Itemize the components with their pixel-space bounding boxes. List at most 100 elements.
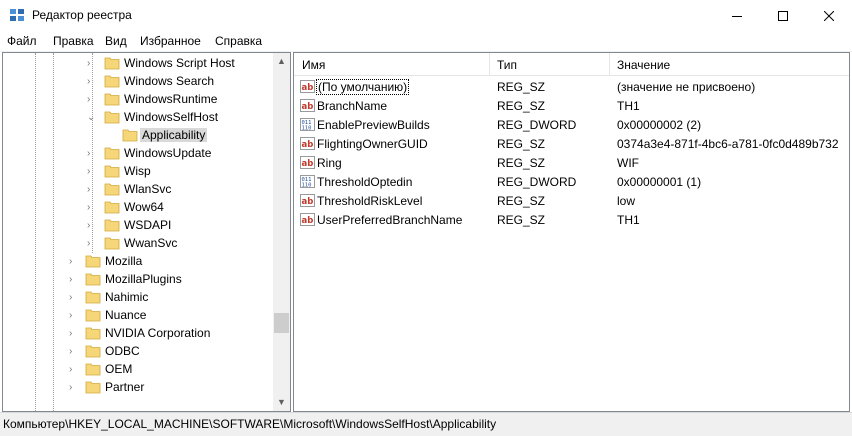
value-data: low — [617, 194, 636, 208]
list-item[interactable]: ab UserPreferredBranchName REG_SZ TH1 — [294, 210, 849, 229]
folder-icon — [85, 291, 101, 304]
list-item[interactable]: 011 110 ThresholdOptedin REG_DWORD 0x0000000… — [294, 172, 849, 191]
values-list[interactable]: Имя Тип Значение ab (По умолчанию) REG_SZ(… — [293, 52, 850, 412]
expand-arrow-icon[interactable]: › — [87, 184, 95, 195]
tree-item[interactable]: Applicability — [3, 126, 273, 144]
maximize-icon — [778, 10, 788, 21]
expand-arrow-icon[interactable]: › — [69, 310, 77, 321]
expand-arrow-icon[interactable]: › — [87, 166, 95, 177]
folder-icon — [85, 273, 101, 286]
expand-arrow-icon[interactable]: › — [87, 76, 95, 87]
collapse-arrow-icon[interactable]: ⌄ — [87, 112, 95, 123]
tree-item[interactable]: › Nuance — [3, 306, 273, 324]
list-header: Имя Тип Значение — [294, 53, 849, 76]
svg-text:ab: ab — [302, 216, 314, 226]
expand-arrow-icon[interactable]: › — [69, 328, 77, 339]
binary-value-icon: 011110 — [300, 118, 315, 132]
menu-view[interactable]: Вид — [105, 34, 127, 48]
tree-item[interactable]: › Windows Script Host — [3, 54, 273, 72]
tree-item-label: Wisp — [124, 164, 151, 178]
folder-icon — [104, 111, 120, 124]
title-bar: Редактор реестра — [0, 0, 852, 31]
value-data: WIF — [617, 156, 639, 170]
folder-icon — [104, 201, 120, 214]
folder-icon — [85, 363, 101, 376]
tree-item-label: WSDAPI — [124, 218, 172, 232]
scroll-down-arrow-icon[interactable]: ▼ — [273, 394, 290, 411]
expand-arrow-icon[interactable]: › — [87, 148, 95, 159]
scroll-up-arrow-icon[interactable]: ▲ — [273, 53, 290, 70]
expand-arrow-icon[interactable]: › — [87, 238, 95, 249]
tree-item-label: Windows Script Host — [124, 56, 235, 70]
list-item[interactable]: ab ThresholdRiskLevel REG_SZ low — [294, 191, 849, 210]
expand-arrow-icon[interactable]: › — [87, 202, 95, 213]
tree-item[interactable]: › Windows Search — [3, 72, 273, 90]
tree-item[interactable]: › NVIDIA Corporation — [3, 324, 273, 342]
close-button[interactable] — [806, 0, 852, 31]
tree-item[interactable]: › Nahimic — [3, 288, 273, 306]
expand-arrow-icon[interactable]: › — [69, 364, 77, 375]
expand-arrow-icon[interactable]: › — [69, 274, 77, 285]
column-divider[interactable] — [609, 53, 610, 75]
tree-item-label: WindowsSelfHost — [124, 110, 219, 124]
menu-favorites[interactable]: Избранное — [140, 34, 201, 48]
tree-item-label: Nuance — [105, 308, 147, 322]
expand-arrow-icon[interactable]: › — [87, 94, 95, 105]
value-data: (значение не присвоено) — [617, 80, 756, 94]
minimize-icon — [732, 15, 742, 17]
list-item[interactable]: ab (По умолчанию) REG_SZ (значение не присв… — [294, 77, 849, 96]
list-item[interactable]: ab BranchName REG_SZ TH1 — [294, 96, 849, 115]
tree-item[interactable]: › WindowsRuntime — [3, 90, 273, 108]
registry-tree[interactable]: › Windows Script Host › Windows Search › Wind… — [2, 52, 291, 412]
tree-item[interactable]: › Mozilla — [3, 252, 273, 270]
tree-item[interactable]: › Wow64 — [3, 198, 273, 216]
list-item[interactable]: ab Ring REG_SZ WIF — [294, 153, 849, 172]
folder-icon — [104, 165, 120, 178]
tree-item[interactable]: › ODBC — [3, 342, 273, 360]
expand-arrow-icon[interactable]: › — [87, 58, 95, 69]
tree-item[interactable]: › Partner — [3, 378, 273, 396]
tree-item-label: OEM — [105, 362, 133, 376]
menu-edit[interactable]: Правка — [53, 34, 94, 48]
tree-item[interactable]: › WSDAPI — [3, 216, 273, 234]
tree-item-label: ODBC — [105, 344, 140, 358]
tree-item-label: Partner — [105, 380, 145, 394]
value-type: REG_SZ — [497, 80, 546, 94]
tree-item[interactable]: › Wisp — [3, 162, 273, 180]
string-value-icon: ab — [300, 137, 315, 150]
expand-arrow-icon[interactable]: › — [69, 382, 77, 393]
expand-arrow-icon[interactable]: › — [69, 292, 77, 303]
tree-item[interactable]: › OEM — [3, 360, 273, 378]
string-value-icon: ab — [300, 99, 315, 112]
folder-icon — [85, 255, 101, 268]
svg-text:ab: ab — [302, 102, 314, 112]
column-divider[interactable] — [489, 53, 490, 75]
expand-arrow-icon[interactable]: › — [69, 256, 77, 267]
column-header-value[interactable]: Значение — [617, 58, 670, 72]
status-path: Компьютер\HKEY_LOCAL_MACHINE\SOFTWARE\Mi… — [3, 417, 497, 431]
maximize-button[interactable] — [760, 0, 806, 31]
tree-item[interactable]: ⌄ WindowsSelfHost — [3, 108, 273, 126]
menu-help[interactable]: Справка — [215, 34, 262, 48]
svg-text:ab: ab — [302, 159, 314, 169]
minimize-button[interactable] — [714, 0, 760, 31]
column-header-name[interactable]: Имя — [302, 58, 325, 72]
tree-item[interactable]: › WindowsUpdate — [3, 144, 273, 162]
expand-arrow-icon[interactable]: › — [69, 346, 77, 357]
column-header-type[interactable]: Тип — [497, 58, 517, 72]
menu-file[interactable]: Файл — [7, 34, 37, 48]
expand-arrow-icon[interactable]: › — [87, 220, 95, 231]
folder-icon — [104, 183, 120, 196]
tree-item[interactable]: › WlanSvc — [3, 180, 273, 198]
folder-icon — [122, 129, 138, 142]
value-name: Ring — [317, 156, 342, 170]
tree-vertical-scrollbar[interactable]: ▲ ▼ — [273, 53, 290, 411]
tree-item[interactable]: › MozillaPlugins — [3, 270, 273, 288]
folder-icon — [104, 75, 120, 88]
tree-item[interactable]: › WwanSvc — [3, 234, 273, 252]
regedit-app-icon — [10, 9, 24, 21]
list-item[interactable]: 011 110 EnablePreviewBuilds REG_DWORD 0x0000… — [294, 115, 849, 134]
list-item[interactable]: ab FlightingOwnerGUID REG_SZ 0374a3e4-871f-… — [294, 134, 849, 153]
scrollbar-thumb[interactable] — [274, 313, 289, 334]
value-name: FlightingOwnerGUID — [317, 137, 428, 151]
